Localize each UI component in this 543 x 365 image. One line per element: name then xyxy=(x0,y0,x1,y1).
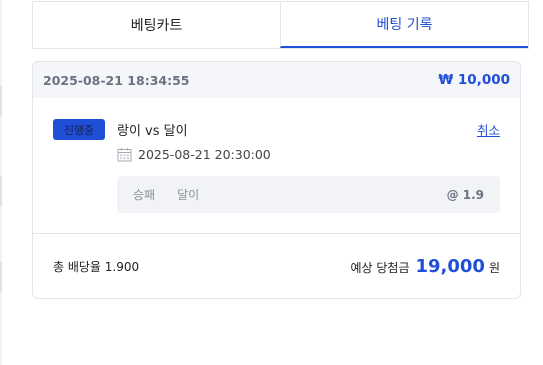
currency-unit: 원 xyxy=(488,261,500,275)
bet-tabs: 베팅카트 베팅 기록 xyxy=(32,1,529,49)
bet-placed-time: 2025-08-21 18:34:55 xyxy=(43,72,190,88)
bet-stake-amount: ₩ 10,000 xyxy=(438,72,510,88)
left-edge-marker xyxy=(0,86,2,116)
calendar-icon xyxy=(117,147,132,162)
tab-bet-cart[interactable]: 베팅카트 xyxy=(33,2,280,48)
status-badge: 진행중 xyxy=(53,119,105,140)
pick-market: 승패 xyxy=(133,188,156,202)
left-edge-marker xyxy=(0,262,2,292)
match-start-time: 2025-08-21 20:30:00 xyxy=(138,147,271,162)
pick-details: 승패 달이 @ 1.9 xyxy=(117,176,500,213)
tab-bet-history[interactable]: 베팅 기록 xyxy=(280,2,528,48)
pick-selection: 달이 xyxy=(177,188,200,202)
bet-history-card: 2025-08-21 18:34:55 ₩ 10,000 진행중 랑이 vs 달… xyxy=(32,61,521,299)
expected-payout-label: 예상 당첨금 xyxy=(350,261,410,275)
bet-selection-row: 진행중 랑이 vs 달이 취소 2025-08-21 20:30:00 승패 달… xyxy=(33,98,520,234)
bet-card-header: 2025-08-21 18:34:55 ₩ 10,000 xyxy=(33,62,520,98)
cancel-bet-link[interactable]: 취소 xyxy=(477,120,500,139)
total-odds: 총 배당율 1.900 xyxy=(53,260,140,274)
match-title: 랑이 vs 달이 xyxy=(117,124,188,139)
left-edge-panel xyxy=(0,0,2,365)
pick-odds: @ 1.9 xyxy=(446,187,484,202)
left-edge-marker xyxy=(0,176,2,206)
expected-payout: 예상 당첨금 19,000 원 xyxy=(350,256,500,277)
expected-payout-amount: 19,000 xyxy=(415,256,485,277)
bet-summary: 총 배당율 1.900 예상 당첨금 19,000 원 xyxy=(33,234,520,298)
match-time-row: 2025-08-21 20:30:00 xyxy=(117,147,271,162)
